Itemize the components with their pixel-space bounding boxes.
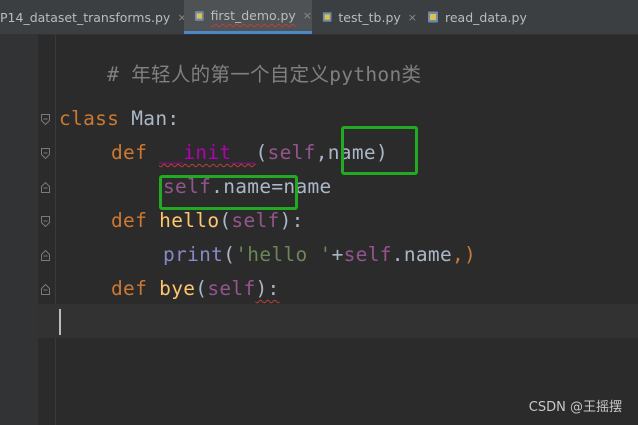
init-method-name: __init__ bbox=[159, 141, 256, 164]
fold-end-marker-icon[interactable] bbox=[41, 284, 50, 295]
line-gutter bbox=[0, 35, 38, 425]
plus-operator: + bbox=[331, 243, 344, 266]
annotation-highlight-box bbox=[159, 175, 298, 210]
tab-first-demo[interactable]: first_demo.py × bbox=[184, 0, 312, 34]
tab-p14-dataset-transforms[interactable]: P14_dataset_transforms.py × bbox=[0, 0, 187, 34]
python-file-icon bbox=[322, 12, 332, 22]
close-paren-colon: ): bbox=[279, 209, 304, 232]
fold-marker-icon[interactable] bbox=[41, 114, 50, 125]
fold-end-marker-icon[interactable] bbox=[41, 250, 50, 261]
close-icon[interactable]: × bbox=[408, 11, 417, 24]
self-param: self bbox=[231, 209, 280, 232]
watermark: CSDN @王摇摆 bbox=[528, 400, 622, 415]
self-param: self bbox=[267, 141, 316, 164]
self-ref: self bbox=[343, 243, 392, 266]
code-editor[interactable]: # 年轻人的第一个自定义python类 class Man: def __ini… bbox=[0, 35, 638, 425]
tab-label: test_tb.py bbox=[338, 9, 401, 25]
code-line-8: def bye(self): bbox=[111, 277, 280, 301]
open-paren: ( bbox=[195, 277, 208, 300]
annotation-highlight-box bbox=[341, 126, 418, 175]
text-caret bbox=[59, 309, 61, 335]
hello-string: 'hello ' bbox=[235, 243, 332, 266]
class-name: Man: bbox=[119, 107, 180, 130]
code-line-1: # 年轻人的第一个自定义python类 bbox=[59, 39, 421, 111]
tab-test-tb[interactable]: test_tb.py × bbox=[313, 0, 417, 34]
keyword-def: def bbox=[111, 141, 148, 164]
open-paren: ( bbox=[219, 209, 232, 232]
close-icon[interactable]: × bbox=[303, 9, 312, 22]
tab-label: P14_dataset_transforms.py bbox=[0, 9, 171, 25]
close-paren-colon: ): bbox=[255, 277, 280, 300]
fold-marker-icon[interactable] bbox=[41, 148, 50, 159]
self-param: self bbox=[207, 277, 256, 300]
code-line-3: class Man: bbox=[59, 107, 179, 131]
print-builtin: print bbox=[163, 243, 224, 266]
open-paren: ( bbox=[255, 141, 268, 164]
gutter-separator bbox=[55, 35, 56, 425]
keyword-def: def bbox=[111, 209, 148, 232]
editor-tab-bar: P14_dataset_transforms.py × first_demo.p… bbox=[0, 0, 638, 35]
open-paren: ( bbox=[223, 243, 236, 266]
code-line-6: def hello(self): bbox=[111, 209, 304, 233]
attr-name: .name bbox=[391, 243, 452, 266]
fold-end-marker-icon[interactable] bbox=[41, 182, 50, 193]
python-file-icon bbox=[194, 10, 204, 21]
comma: , bbox=[315, 141, 328, 164]
current-line-highlight bbox=[38, 304, 638, 338]
tab-label: read_data.py bbox=[445, 9, 527, 25]
python-file-icon bbox=[428, 11, 438, 23]
hello-method-name: hello bbox=[159, 209, 220, 232]
comment-text: # 年轻人的第一个自定义python类 bbox=[107, 63, 422, 86]
trailing-comma-paren: ,) bbox=[452, 243, 477, 266]
keyword-def: def bbox=[111, 277, 148, 300]
bye-method-name: bye bbox=[159, 277, 196, 300]
fold-marker-icon[interactable] bbox=[41, 216, 50, 227]
tab-read-data[interactable]: read_data.py bbox=[418, 0, 538, 34]
tab-label: first_demo.py bbox=[210, 8, 296, 23]
keyword-class: class bbox=[59, 107, 120, 130]
code-line-7: print('hello '+self.name,) bbox=[163, 243, 476, 267]
